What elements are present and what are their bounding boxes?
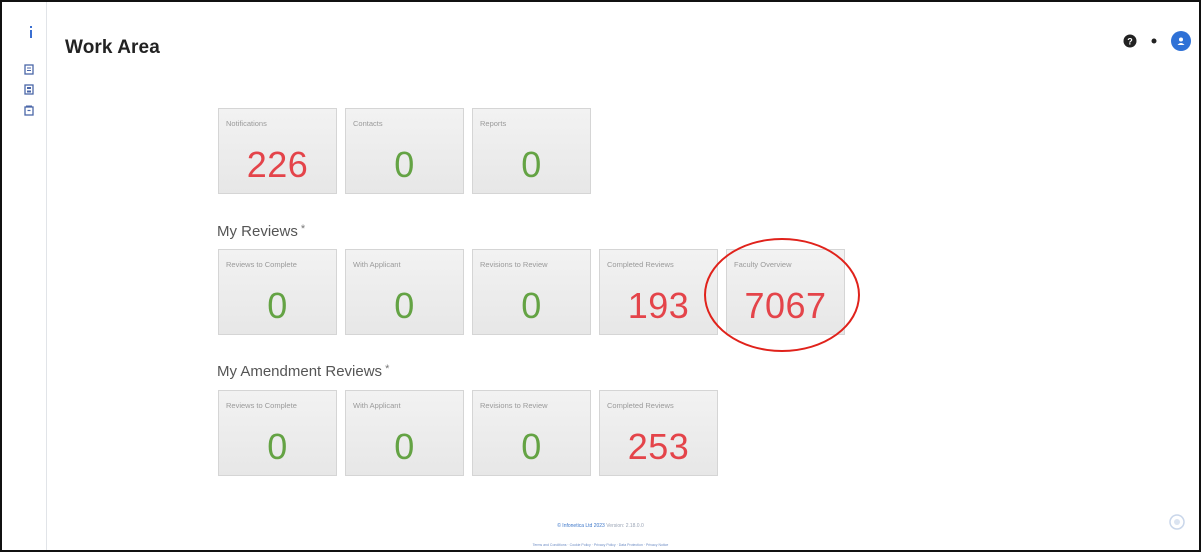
tile-label: Revisions to Review: [480, 401, 548, 410]
tile-amend-reviews-to-complete[interactable]: Reviews to Complete 0: [218, 390, 337, 476]
tile-label: Revisions to Review: [480, 260, 548, 269]
tile-value: 226: [246, 144, 309, 185]
user-avatar[interactable]: [1171, 31, 1191, 51]
tile-label: Completed Reviews: [607, 260, 674, 269]
menu-dot-icon[interactable]: [1151, 38, 1157, 44]
tile-value: 0: [394, 144, 415, 185]
tile-value: 193: [627, 285, 690, 326]
tile-value: 0: [521, 144, 542, 185]
section-title-text: My Reviews: [217, 223, 298, 240]
section-title-marker: *: [385, 363, 390, 375]
footer-copyright: © Infonetica Ltd 2023 Version: 2.18.0.0: [2, 523, 1199, 529]
tile-contacts[interactable]: Contacts 0: [345, 108, 464, 194]
section-title-my-reviews: My Reviews *: [217, 223, 305, 240]
app-frame: Work Area ? Notifications 226 Contacts 0…: [0, 0, 1201, 552]
tile-value: 0: [521, 285, 542, 326]
tile-faculty-overview[interactable]: Faculty Overview 7067: [726, 249, 845, 335]
tile-label: Reviews to Complete: [226, 260, 297, 269]
section-title-text: My Amendment Reviews: [217, 363, 383, 380]
footer-copyright-link[interactable]: © Infonetica Ltd 2023: [557, 523, 605, 529]
sidebar: [2, 2, 47, 550]
tile-label: Reviews to Complete: [226, 401, 297, 410]
tile-value: 0: [521, 426, 542, 467]
tile-with-applicant[interactable]: With Applicant 0: [345, 249, 464, 335]
tile-value: 0: [267, 426, 288, 467]
tile-amend-with-applicant[interactable]: With Applicant 0: [345, 390, 464, 476]
footer-links[interactable]: Terms and Conditions · Cookie Policy · P…: [2, 543, 1199, 547]
help-icon[interactable]: ?: [1123, 34, 1137, 48]
tile-revisions-to-review[interactable]: Revisions to Review 0: [472, 249, 591, 335]
tile-value: 253: [627, 426, 690, 467]
tile-label: With Applicant: [353, 401, 401, 410]
svg-text:?: ?: [1127, 37, 1133, 47]
tile-value: 0: [267, 285, 288, 326]
tile-notifications[interactable]: Notifications 226: [218, 108, 337, 194]
tile-reviews-to-complete[interactable]: Reviews to Complete 0: [218, 249, 337, 335]
document-icon[interactable]: [24, 64, 34, 75]
tile-value: 0: [394, 285, 415, 326]
archive-icon[interactable]: [24, 105, 34, 116]
header-actions: ?: [1123, 31, 1191, 51]
tile-completed-reviews[interactable]: Completed Reviews 193: [599, 249, 718, 335]
tile-label: Faculty Overview: [734, 260, 792, 269]
tile-amend-revisions-to-review[interactable]: Revisions to Review 0: [472, 390, 591, 476]
section-title-my-amendment-reviews: My Amendment Reviews *: [217, 363, 389, 380]
chat-help-icon[interactable]: [1169, 514, 1185, 530]
tile-value: 7067: [744, 285, 827, 326]
footer-version: Version: 2.18.0.0: [606, 523, 644, 529]
folder-icon[interactable]: [24, 84, 34, 95]
tile-label: Contacts: [353, 119, 383, 128]
info-icon[interactable]: [28, 26, 34, 38]
tile-label: Reports: [480, 119, 507, 128]
tile-value: 0: [394, 426, 415, 467]
section-title-marker: *: [300, 223, 306, 235]
tile-label: With Applicant: [353, 260, 401, 269]
page-title: Work Area: [65, 37, 160, 58]
tile-label: Notifications: [226, 119, 267, 128]
tile-reports[interactable]: Reports 0: [472, 108, 591, 194]
tile-label: Completed Reviews: [607, 401, 674, 410]
tile-amend-completed-reviews[interactable]: Completed Reviews 253: [599, 390, 718, 476]
